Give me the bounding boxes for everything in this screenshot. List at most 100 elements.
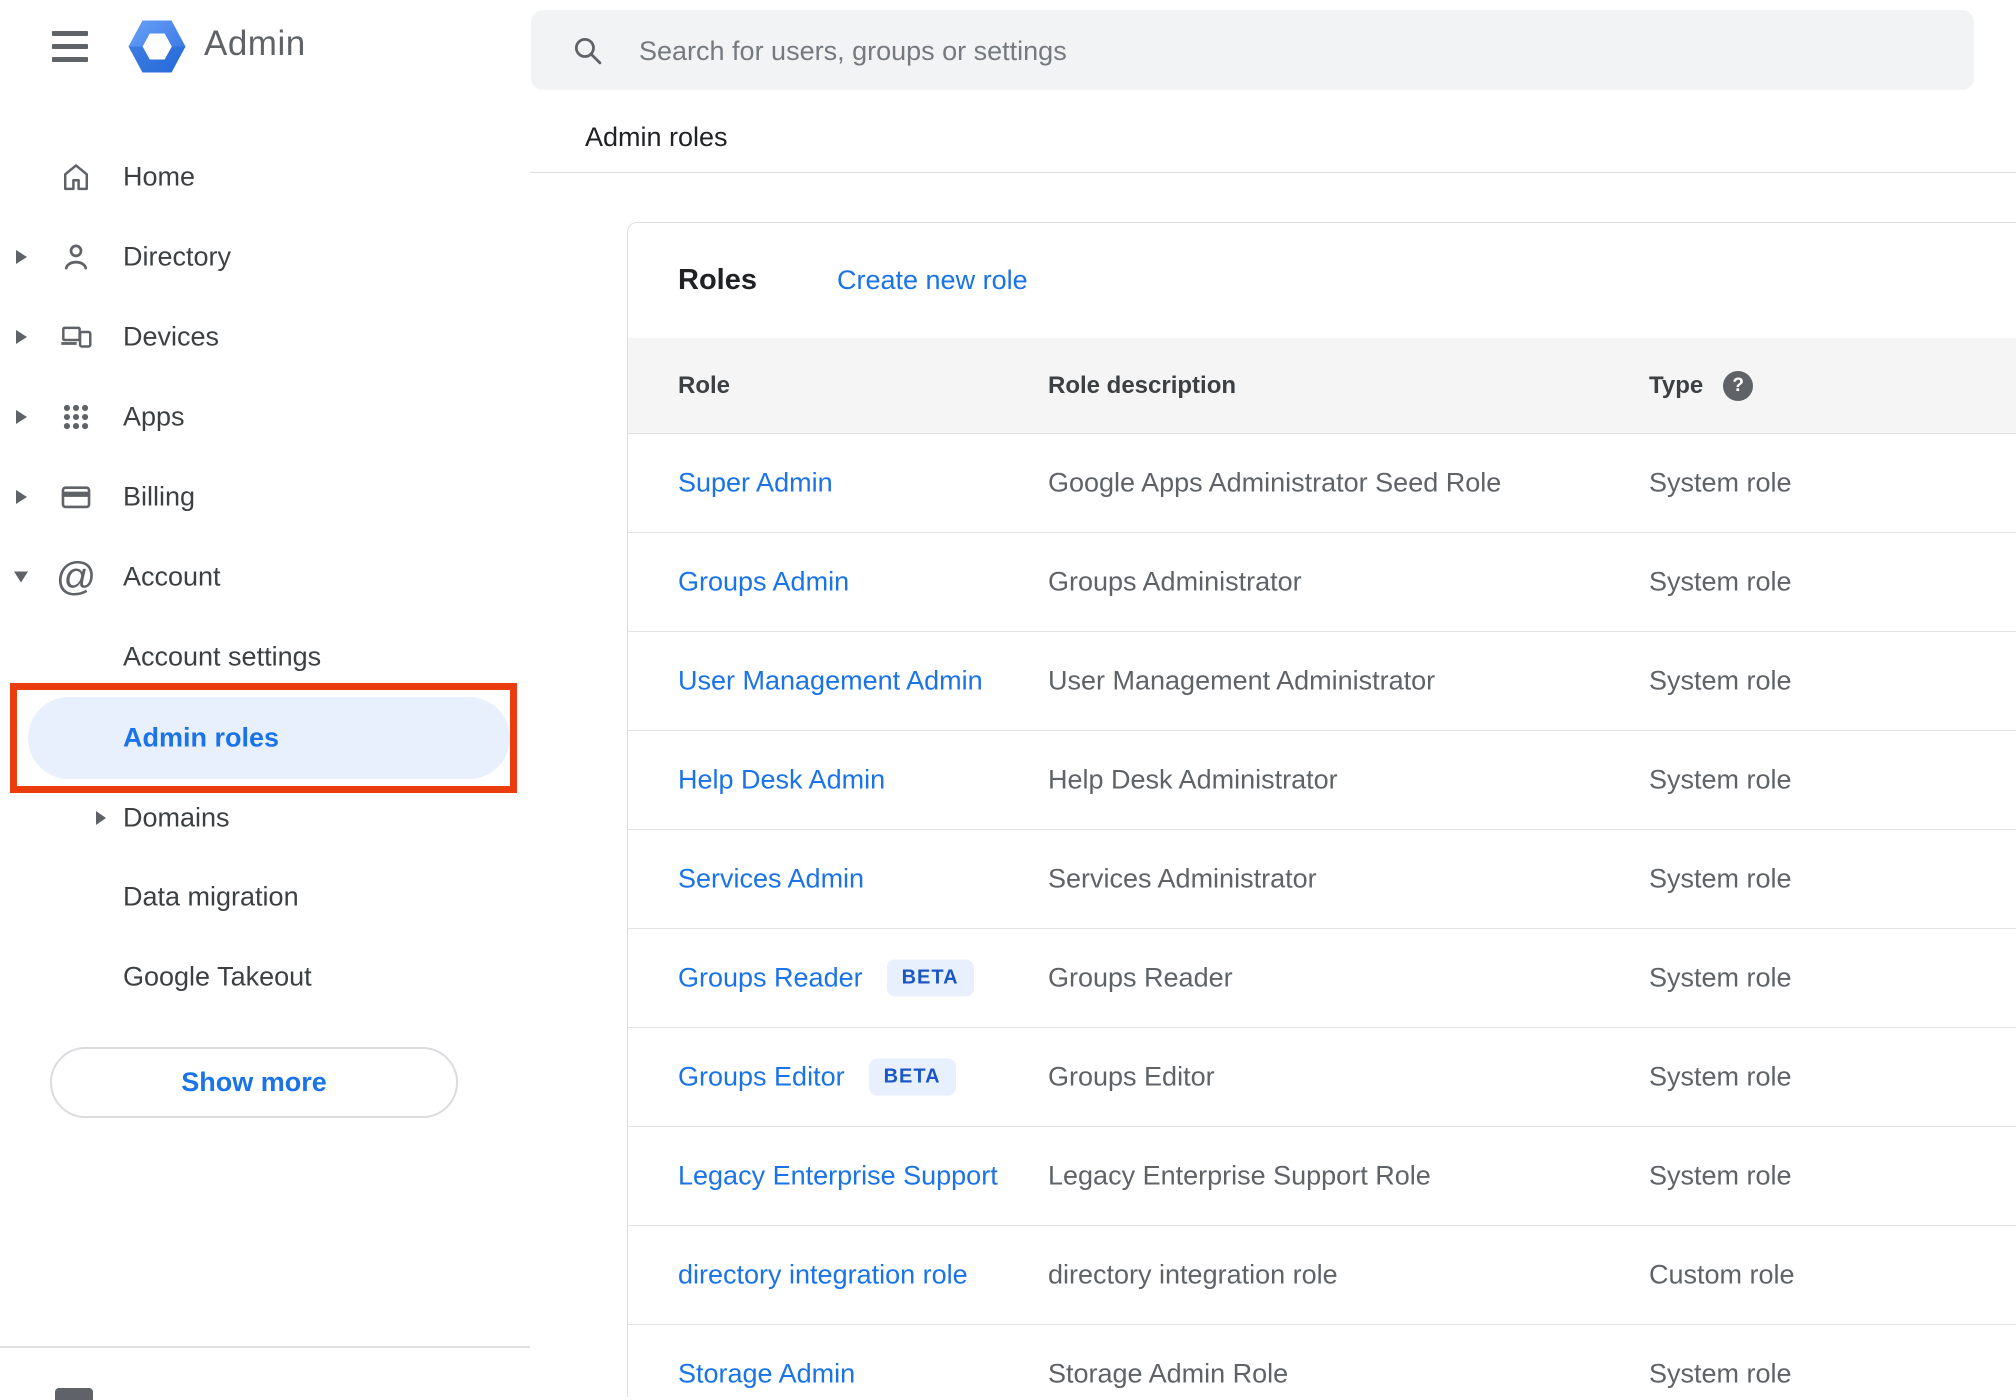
role-description-cell: Storage Admin Role [1048,1358,1289,1389]
sidebar-item-devices[interactable]: Devices [0,297,530,377]
sidebar-subitem-account-settings[interactable]: Account settings [0,616,530,698]
sidebar-subitem-domains[interactable]: Domains [0,777,530,859]
table-row: Groups Reader BETA Groups Reader System rol… [628,929,2016,1028]
table-row: Groups Editor BETA Groups Editor System rol… [628,1028,2016,1127]
triangle-right-icon[interactable] [16,250,27,264]
role-link[interactable]: Groups Admin [678,567,849,598]
column-header-role: Role [678,371,731,399]
person-icon [56,237,96,277]
role-description-cell: Google Apps Administrator Seed Role [1048,467,1502,498]
hamburger-bar [52,57,88,62]
sidebar-item-label: Devices [123,321,220,352]
role-type-cell: System role [1649,566,1792,597]
sidebar-item-directory[interactable]: Directory [0,217,530,297]
role-link-text[interactable]: Super Admin [678,468,833,499]
table-row: directory integration role directory inte… [628,1226,2016,1325]
triangle-down-icon[interactable] [14,571,28,583]
sidebar-item-label: Account [123,561,221,592]
credit-card-icon [56,477,96,517]
help-icon[interactable]: ? [1723,370,1754,401]
role-description-cell: Legacy Enterprise Support Role [1048,1160,1431,1191]
role-type-cell: System role [1649,863,1792,894]
sidebar-subitem-label: Account settings [123,641,322,672]
role-link[interactable]: Help Desk Admin [678,765,885,796]
sidebar-subitem-label: Admin roles [123,722,280,753]
table-row: Groups Admin Groups Administrator System r… [628,533,2016,632]
triangle-right-icon[interactable] [16,410,27,424]
table-header-row: Role Role description Type ? [628,338,2016,434]
create-new-role-link[interactable]: Create new role [837,223,1028,338]
show-more-button[interactable]: Show more [50,1047,458,1118]
role-link-text[interactable]: Groups Admin [678,567,849,598]
hamburger-bar [52,44,88,49]
sidebar-subitem-data-migration[interactable]: Data migration [0,856,530,938]
home-icon [56,157,96,197]
sidebar: Admin Home Directory Devices Apps Billing @ Ac… [0,0,530,1400]
roles-card-title: Roles [678,264,757,296]
role-link[interactable]: Groups Reader BETA [678,959,974,997]
role-type-cell: Custom role [1649,1259,1795,1290]
roles-card: Roles Create new role Role Role descript… [627,222,2016,1397]
role-link-text[interactable]: Storage Admin [678,1359,855,1390]
sidebar-subitem-label: Data migration [123,881,299,912]
search-bar[interactable] [531,10,1974,92]
apps-grid-icon [56,397,96,437]
role-link-text[interactable]: directory integration role [678,1260,968,1291]
role-link[interactable]: Legacy Enterprise Support [678,1161,998,1192]
hamburger-bar [52,31,88,36]
column-header-type-label: Type [1649,371,1704,399]
role-type-cell: System role [1649,1358,1792,1389]
column-header-type: Type ? [1649,370,1754,401]
role-type-cell: System role [1649,962,1792,993]
hamburger-menu-icon[interactable] [52,31,88,62]
role-link[interactable]: User Management Admin [678,666,983,697]
role-description-cell: directory integration role [1048,1259,1338,1290]
breadcrumb: Admin roles [585,122,728,152]
sidebar-item-account[interactable]: @ Account [0,537,530,617]
triangle-right-icon[interactable] [16,330,27,344]
beta-badge: BETA [886,959,974,997]
devices-icon [56,317,96,357]
sidebar-item-label: Home [123,161,196,192]
product-title: Admin [204,24,306,63]
column-header-role-description: Role description [1048,371,1237,399]
roles-table-body: Super Admin Google Apps Administrator See… [628,434,2016,1397]
role-type-cell: System role [1649,1061,1792,1092]
role-link-text[interactable]: Groups Reader [678,963,863,994]
table-row: Help Desk Admin Help Desk Administrator Sy… [628,731,2016,830]
content-divider [530,172,2016,173]
search-icon [572,35,603,71]
sidebar-footer-divider [0,1346,530,1348]
table-row: Storage Admin Storage Admin Role System ro… [628,1325,2016,1397]
search-input[interactable] [637,10,1921,92]
role-description-cell: Groups Reader [1048,962,1233,993]
role-link[interactable]: Super Admin [678,468,833,499]
triangle-right-icon[interactable] [16,490,27,504]
triangle-right-icon[interactable] [96,811,106,825]
role-link[interactable]: Groups Editor BETA [678,1058,956,1096]
role-description-cell: Groups Administrator [1048,566,1302,597]
sidebar-subitem-admin-roles[interactable]: Admin roles [0,697,530,779]
role-link-text[interactable]: Services Admin [678,864,864,895]
role-description-cell: Help Desk Administrator [1048,764,1338,795]
sidebar-item-home[interactable]: Home [0,137,530,217]
role-link-text[interactable]: Groups Editor [678,1062,845,1093]
role-description-cell: User Management Administrator [1048,665,1436,696]
role-link-text[interactable]: Help Desk Admin [678,765,885,796]
role-link-text[interactable]: User Management Admin [678,666,983,697]
sidebar-item-billing[interactable]: Billing [0,457,530,537]
role-link[interactable]: Storage Admin [678,1359,855,1390]
role-description-cell: Groups Editor [1048,1061,1215,1092]
sidebar-subitem-google-takeout[interactable]: Google Takeout [0,936,530,1018]
sidebar-item-label: Directory [123,241,232,272]
role-type-cell: System role [1649,1160,1792,1191]
feedback-icon-partial[interactable] [55,1388,93,1400]
at-sign-icon: @ [55,555,97,599]
role-description-cell: Services Administrator [1048,863,1317,894]
sidebar-item-apps[interactable]: Apps [0,377,530,457]
role-link[interactable]: Services Admin [678,864,864,895]
role-link[interactable]: directory integration role [678,1260,968,1291]
sidebar-subitem-label: Google Takeout [123,961,312,992]
sidebar-subitem-label: Domains [123,802,230,833]
role-link-text[interactable]: Legacy Enterprise Support [678,1161,998,1192]
